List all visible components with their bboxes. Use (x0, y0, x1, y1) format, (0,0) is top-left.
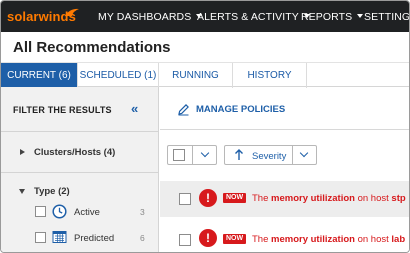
double-chevron-left-icon[interactable]: « (131, 101, 138, 116)
critical-alert-icon: ! (199, 189, 217, 207)
tab-bar: CURRENT (6) SCHEDULED (1) RUNNING HISTOR… (1, 62, 409, 88)
filter-item-predicted: Predicted (74, 233, 115, 244)
pencil-icon (178, 104, 189, 116)
select-all-checkbox[interactable] (173, 149, 185, 161)
tab-scheduled[interactable]: SCHEDULED (1) (78, 63, 159, 88)
calendar-icon (52, 231, 67, 243)
row-description[interactable]: The memory utilization on host stp (252, 193, 406, 204)
manage-policies-link[interactable]: MANAGE POLICIES (177, 103, 285, 116)
top-nav-bar: solarwinds MY DASHBOARDS ALERTS & ACTIVI… (1, 1, 409, 32)
clock-icon (52, 204, 67, 219)
collapse-arrow-icon[interactable] (19, 189, 25, 194)
filter-item-active: Active (74, 207, 100, 218)
divider (1, 172, 159, 173)
filter-count-predicted: 6 (140, 233, 145, 243)
sort-label[interactable]: Severity (252, 151, 286, 162)
page-title: All Recommendations (13, 39, 171, 56)
tab-running[interactable]: RUNNING (159, 63, 233, 88)
expand-arrow-icon[interactable] (20, 149, 25, 155)
filter-count-active: 3 (140, 207, 145, 217)
critical-alert-icon: ! (199, 229, 217, 247)
divider (1, 131, 159, 132)
divider (292, 145, 293, 165)
predicted-checkbox[interactable] (35, 232, 46, 243)
filter-group-type[interactable]: Type (2) (34, 186, 70, 197)
chevron-down-icon (357, 14, 364, 18)
arrow-up-icon[interactable] (234, 149, 244, 161)
now-badge: NOW (223, 234, 247, 244)
filter-group-clusters-hosts[interactable]: Clusters/Hosts (4) (34, 147, 115, 158)
tab-current[interactable]: CURRENT (6) (1, 63, 78, 88)
logo-flame-icon (65, 8, 79, 16)
nav-settings[interactable]: SETTINGS (364, 11, 409, 23)
nav-my-dashboards[interactable]: MY DASHBOARDS (98, 11, 203, 23)
row-checkbox[interactable] (179, 234, 191, 246)
nav-alerts-activity[interactable]: ALERTS & ACTIVITY (197, 11, 310, 23)
divider (192, 145, 193, 165)
divider (160, 129, 409, 130)
tab-history[interactable]: HISTORY (233, 63, 307, 88)
row-checkbox[interactable] (179, 193, 191, 205)
active-checkbox[interactable] (35, 206, 46, 217)
row-description[interactable]: The memory utilization on host lab (252, 234, 405, 245)
nav-reports[interactable]: REPORTS (301, 11, 364, 23)
app-window: solarwinds MY DASHBOARDS ALERTS & ACTIVI… (0, 0, 410, 253)
now-badge: NOW (223, 193, 247, 203)
filter-heading: FILTER THE RESULTS (13, 105, 112, 115)
